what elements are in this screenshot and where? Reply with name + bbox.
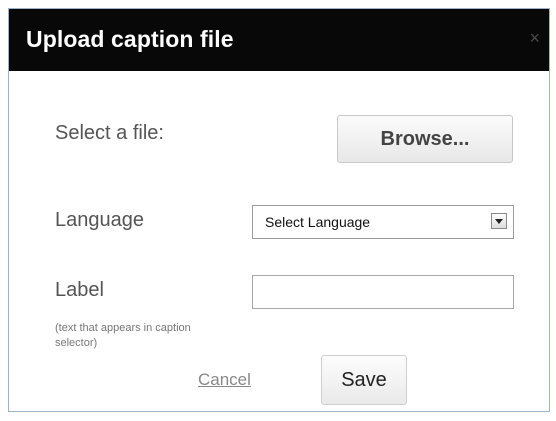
caption-label-input[interactable] bbox=[252, 275, 514, 309]
caption-label-hint: (text that appears in caption selector) bbox=[55, 322, 191, 349]
select-file-label: Select a file: bbox=[55, 122, 164, 144]
language-label: Language bbox=[55, 209, 144, 231]
chevron-down-icon[interactable] bbox=[491, 213, 507, 229]
caption-label-label: Label bbox=[55, 279, 104, 301]
browse-button[interactable]: Browse... bbox=[337, 115, 513, 163]
close-icon[interactable]: × bbox=[529, 29, 540, 47]
language-select[interactable]: Select Language bbox=[252, 205, 514, 239]
save-button[interactable]: Save bbox=[321, 355, 407, 405]
dialog-title: Upload caption file bbox=[26, 26, 234, 52]
upload-caption-dialog: Upload caption file × Select a file: Bro… bbox=[8, 8, 550, 412]
cancel-link[interactable]: Cancel bbox=[198, 370, 251, 390]
dialog-titlebar: Upload caption file × bbox=[9, 9, 549, 71]
language-selected-value: Select Language bbox=[265, 214, 371, 230]
